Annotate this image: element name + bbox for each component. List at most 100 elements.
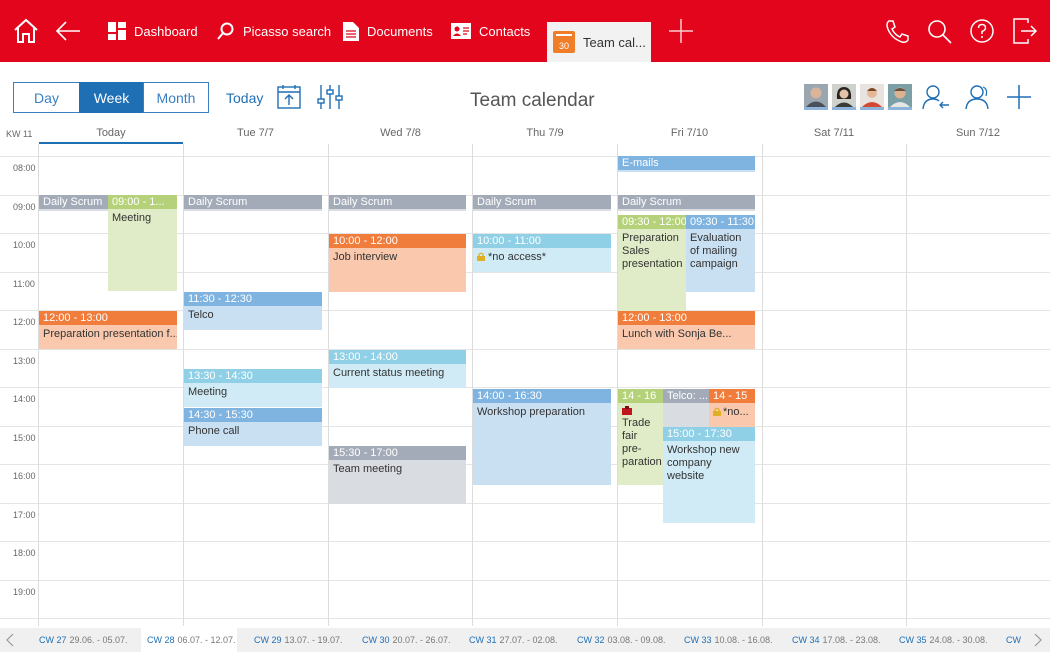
week-item-current[interactable]: CW 28 06.07. - 12.07.	[147, 635, 236, 645]
day-divider	[472, 144, 473, 626]
search-icon[interactable]	[926, 0, 952, 62]
week-range: 10.08. - 16.08.	[714, 635, 773, 645]
calendar-event[interactable]: 13:00 - 14:00 Current status meeting	[329, 350, 466, 388]
week-range: 27.07. - 02.08.	[499, 635, 558, 645]
event-header: 15:00 - 17:30	[663, 427, 755, 441]
page-title: Team calendar	[470, 90, 595, 111]
calendar-event[interactable]: 13:30 - 14:30 Meeting	[184, 369, 322, 407]
week-item[interactable]: CW 30 20.07. - 26.07.	[362, 635, 451, 645]
calendar-event[interactable]: Telco: ...	[663, 389, 709, 427]
calendar-event[interactable]: 14 - 16 Trade fair pre-paration	[618, 389, 663, 485]
home-icon[interactable]	[12, 0, 40, 62]
calendar-event[interactable]: 09:30 - 11:30 Evaluation of mailing campa…	[686, 215, 755, 292]
hour-label: 14:00	[13, 394, 36, 404]
avatar[interactable]	[804, 84, 828, 110]
calendar-event[interactable]: 12:00 - 13:00 Lunch with Sonja Be...	[618, 311, 755, 349]
day-header-today[interactable]: Today	[39, 127, 183, 139]
chevron-right-icon[interactable]	[1034, 633, 1042, 649]
users-icon[interactable]	[964, 84, 992, 115]
day-header-fri[interactable]: Fri 7/10	[617, 127, 762, 139]
view-day-button[interactable]: Day	[13, 82, 80, 113]
calendar-event[interactable]: 11:30 - 12:30 Telco	[184, 292, 322, 330]
avatar[interactable]	[860, 84, 884, 110]
jump-to-date-icon[interactable]	[277, 84, 301, 115]
week-item[interactable]: CW 29 13.07. - 19.07.	[254, 635, 343, 645]
week-number: CW 35	[899, 635, 927, 645]
calendar-event[interactable]: 15:00 - 17:30 Workshop new company websit…	[663, 427, 755, 523]
calendar-toolbar: Day Week Month Today Team calendar	[0, 72, 1050, 124]
dashboard-icon	[108, 22, 126, 40]
logout-icon[interactable]	[1012, 0, 1038, 62]
help-icon[interactable]	[969, 0, 995, 62]
week-grid[interactable]: 08:00 09:00 10:00 11:00 12:00 13:00 14:0…	[0, 144, 1050, 626]
calendar-event[interactable]: E-mails	[618, 156, 755, 172]
view-week-button[interactable]: Week	[79, 82, 144, 113]
calendar-event[interactable]: Daily Scrum	[473, 195, 611, 211]
event-title: *no access*	[473, 248, 611, 267]
chevron-left-icon[interactable]	[6, 633, 14, 649]
nav-contacts[interactable]: Contacts	[451, 0, 530, 62]
week-range: 20.07. - 26.07.	[392, 635, 451, 645]
today-button[interactable]: Today	[226, 90, 263, 106]
week-item[interactable]: CW 34 17.08. - 23.08.	[792, 635, 881, 645]
week-item[interactable]: CW 35 24.08. - 30.08.	[899, 635, 988, 645]
back-arrow-icon[interactable]	[54, 0, 82, 62]
calendar-event[interactable]: Daily Scrum	[39, 195, 108, 211]
view-month-button[interactable]: Month	[143, 82, 209, 113]
calendar-event[interactable]: 15:30 - 17:00 Team meeting	[329, 446, 466, 504]
week-number: CW 31	[469, 635, 497, 645]
event-title: Job interview	[333, 251, 398, 263]
avatar[interactable]	[888, 84, 912, 110]
filter-settings-icon[interactable]	[317, 84, 343, 115]
add-user-icon[interactable]	[922, 84, 950, 115]
event-header: Daily Scrum	[39, 195, 108, 209]
new-tab-plus-icon[interactable]	[668, 0, 694, 62]
nav-picasso-search[interactable]: Picasso search	[217, 0, 331, 62]
day-header-wed[interactable]: Wed 7/8	[328, 127, 473, 139]
day-header-tue[interactable]: Tue 7/7	[183, 127, 328, 139]
calendar-event[interactable]: 14 - 15 *no...	[709, 389, 755, 427]
nav-dashboard[interactable]: Dashboard	[108, 0, 198, 62]
calendar-event[interactable]: 14:30 - 15:30 Phone call	[184, 408, 322, 446]
week-item[interactable]: CW	[1006, 635, 1024, 645]
event-header: Daily Scrum	[618, 195, 755, 209]
hour-label: 16:00	[13, 471, 36, 481]
calendar-icon-day: 30	[558, 41, 569, 51]
hour-label: 18:00	[13, 548, 36, 558]
calendar-event[interactable]: 09:00 - 1... Meeting	[108, 195, 177, 291]
event-title: Phone call	[188, 425, 240, 437]
calendar-event[interactable]: 12:00 - 13:00 Preparation presentation f.…	[39, 311, 177, 349]
event-header: 14 - 15	[709, 389, 755, 403]
week-item[interactable]: CW 31 27.07. - 02.08.	[469, 635, 558, 645]
week-item[interactable]: CW 33 10.08. - 16.08.	[684, 635, 773, 645]
calendar-event[interactable]: 14:00 - 16:30 Workshop preparation	[473, 389, 611, 485]
calendar-event[interactable]: Daily Scrum	[329, 195, 466, 211]
hour-label: 10:00	[13, 240, 36, 250]
nav-dashboard-label: Dashboard	[134, 23, 198, 39]
week-item[interactable]: CW 32 03.08. - 09.08.	[577, 635, 666, 645]
calendar-event[interactable]: Daily Scrum	[184, 195, 322, 211]
event-header: 12:00 - 13:00	[618, 311, 755, 325]
add-event-plus-icon[interactable]	[1007, 85, 1031, 114]
week-range: 13.07. - 19.07.	[284, 635, 343, 645]
week-number: CW 30	[362, 635, 390, 645]
week-item[interactable]: CW 27 29.06. - 05.07.	[39, 635, 128, 645]
phone-icon[interactable]	[884, 0, 910, 62]
week-number: CW 29	[254, 635, 282, 645]
calendar-event[interactable]: 10:00 - 11:00 *no access*	[473, 234, 611, 272]
day-divider	[38, 144, 39, 626]
day-header-sat[interactable]: Sat 7/11	[762, 127, 906, 139]
week-number: CW 32	[577, 635, 605, 645]
calendar-event[interactable]: 10:00 - 12:00 Job interview	[329, 234, 466, 292]
tab-team-calendar[interactable]: 30 Team cal...	[547, 22, 651, 62]
calendar-event[interactable]: Daily Scrum	[618, 195, 755, 211]
day-header-thu[interactable]: Thu 7/9	[473, 127, 617, 139]
avatar[interactable]	[832, 84, 856, 110]
event-title: Evaluation of mailing campaign	[690, 232, 742, 270]
day-header-sun[interactable]: Sun 7/12	[906, 127, 1050, 139]
event-title: Meeting	[112, 212, 152, 224]
nav-documents[interactable]: Documents	[343, 0, 433, 62]
event-header: Daily Scrum	[329, 195, 466, 209]
hour-label: 11:00	[13, 279, 35, 289]
calendar-icon: 30	[553, 31, 575, 53]
